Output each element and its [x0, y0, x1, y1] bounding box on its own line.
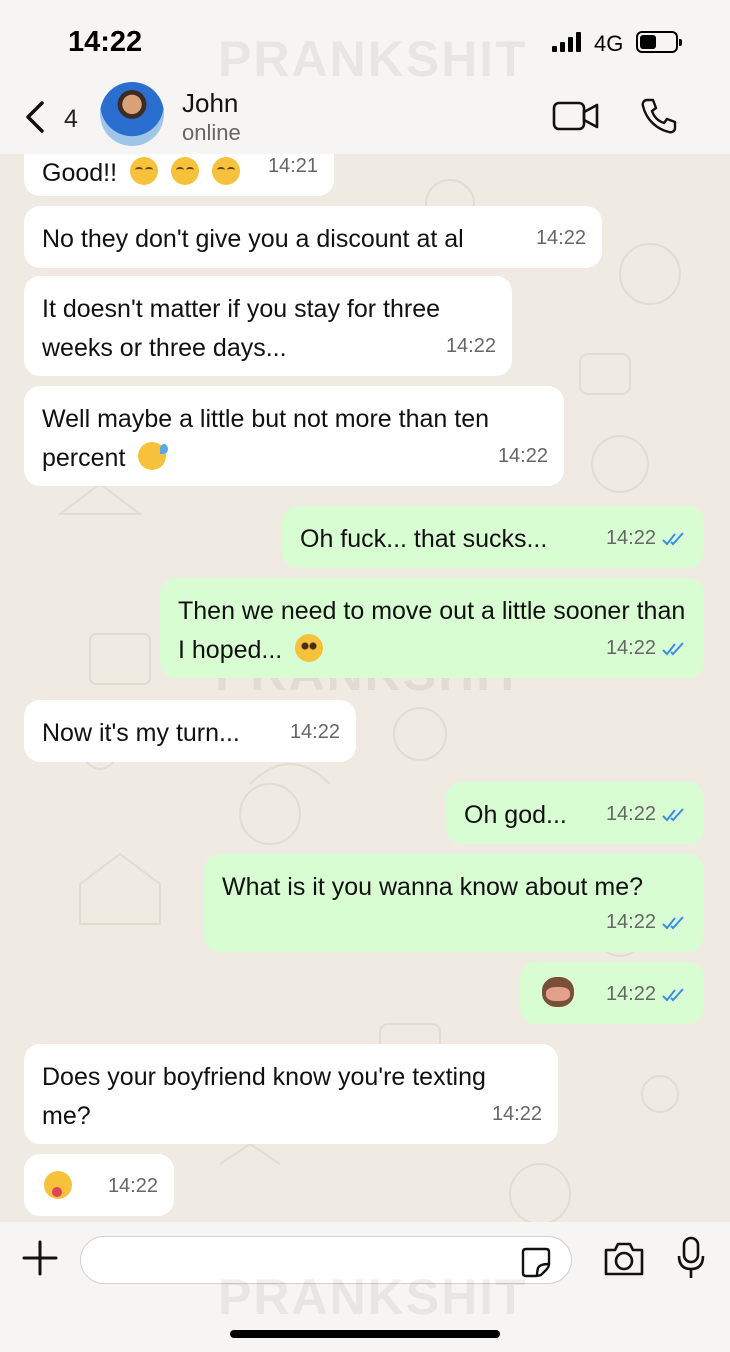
- message-bubble-outgoing[interactable]: Oh fuck... that sucks... 14:22: [282, 506, 704, 568]
- zany-face-emoji-icon: [44, 1171, 72, 1199]
- message-text: It doesn't matter if you stay for three …: [42, 295, 441, 362]
- message-meta: 14:22: [606, 519, 688, 558]
- pleading-face-emoji-icon: [295, 634, 324, 662]
- message-bubble-outgoing[interactable]: 14:22: [520, 962, 704, 1024]
- grinning-sweat-emoji-icon: [138, 442, 169, 470]
- read-receipt-icon: [662, 915, 684, 929]
- message-meta: 14:22: [492, 1095, 542, 1134]
- phone-call-icon[interactable]: [638, 96, 678, 136]
- message-meta: 14:22: [606, 903, 688, 942]
- message-bubble-incoming[interactable]: Now it's my turn... 14:22: [24, 700, 356, 762]
- message-time: 14:22: [535, 227, 586, 249]
- relieved-face-emoji-icon: [170, 157, 199, 185]
- message-time: 14:22: [445, 335, 496, 357]
- battery-icon: [636, 31, 682, 53]
- message-time: 14:22: [605, 527, 656, 549]
- message-bubble-incoming[interactable]: Well maybe a little but not more than te…: [24, 386, 564, 486]
- chat-header: 4 John online: [0, 80, 730, 154]
- message-time: 14:22: [605, 911, 656, 933]
- message-bubble-incoming[interactable]: Does your boyfriend know you're texting …: [24, 1044, 558, 1144]
- watermark: PRANKSHIT: [218, 1269, 528, 1325]
- unread-count[interactable]: 4: [64, 105, 78, 134]
- status-time: 14:22: [68, 26, 143, 58]
- relieved-face-emoji-icon: [130, 157, 159, 185]
- message-meta: 14:22: [606, 975, 688, 1014]
- message-bubble-incoming[interactable]: No they don't give you a discount at al …: [24, 206, 602, 268]
- message-bubble-incoming[interactable]: Good!! 14:21: [24, 154, 334, 196]
- read-receipt-icon: [662, 641, 684, 655]
- microphone-icon[interactable]: [676, 1236, 706, 1280]
- message-text: Does your boyfriend know you're texting …: [42, 1063, 486, 1130]
- message-meta: 14:22: [606, 795, 688, 834]
- message-time: 14:22: [605, 803, 656, 825]
- message-time: 14:22: [491, 1103, 542, 1125]
- message-time: 14:22: [289, 721, 340, 743]
- message-time: 14:22: [497, 445, 548, 467]
- message-time: 14:22: [605, 637, 656, 659]
- message-text: Good!!: [42, 159, 118, 187]
- avatar[interactable]: [100, 82, 164, 146]
- message-meta: 14:22: [290, 713, 340, 752]
- message-text: Now it's my turn...: [42, 719, 240, 747]
- plus-icon[interactable]: [22, 1240, 58, 1276]
- relieved-face-emoji-icon: [211, 157, 240, 185]
- message-meta: 14:22: [446, 327, 496, 366]
- message-bubble-outgoing[interactable]: What is it you wanna know about me? 14:2…: [204, 854, 704, 952]
- contact-name[interactable]: John: [182, 88, 238, 119]
- message-meta: 14:22: [108, 1167, 158, 1206]
- message-composer: PRANKSHIT: [0, 1222, 730, 1352]
- message-time: 14:21: [267, 155, 318, 177]
- read-receipt-icon: [662, 531, 684, 545]
- message-bubble-outgoing[interactable]: Then we need to move out a little sooner…: [160, 578, 704, 678]
- camera-icon[interactable]: [602, 1240, 646, 1278]
- home-indicator[interactable]: [230, 1330, 500, 1338]
- status-bar: 14:22 PRANKSHIT 4G: [0, 0, 730, 87]
- signal-icon: [552, 32, 584, 52]
- message-text: Oh fuck... that sucks...: [300, 525, 548, 553]
- message-meta: 14:22: [498, 437, 548, 476]
- message-text: No they don't give you a discount at al: [42, 225, 464, 253]
- message-bubble-incoming[interactable]: 14:22: [24, 1154, 174, 1216]
- back-chevron-icon[interactable]: [22, 100, 52, 134]
- contact-status: online: [182, 120, 241, 145]
- message-text: What is it you wanna know about me?: [222, 873, 644, 901]
- message-meta: 14:22: [606, 629, 688, 668]
- message-time: 14:22: [107, 1175, 158, 1197]
- message-text: Oh god...: [464, 801, 567, 829]
- see-no-evil-monkey-emoji-icon: [542, 977, 574, 1007]
- message-meta: 14:22: [536, 219, 586, 258]
- read-receipt-icon: [662, 807, 684, 821]
- network-type: 4G: [594, 31, 624, 56]
- message-bubble-incoming[interactable]: It doesn't matter if you stay for three …: [24, 276, 512, 376]
- chat-area[interactable]: PRANKSHIT Good!! 14:21 No they don't giv…: [0, 154, 730, 1222]
- message-time: 14:22: [605, 983, 656, 1005]
- message-bubble-outgoing[interactable]: Oh god... 14:22: [446, 782, 704, 844]
- message-meta: 14:21: [268, 154, 318, 186]
- message-text: Well maybe a little but not more than te…: [42, 405, 489, 472]
- read-receipt-icon: [662, 987, 684, 1001]
- video-call-icon[interactable]: [552, 100, 600, 132]
